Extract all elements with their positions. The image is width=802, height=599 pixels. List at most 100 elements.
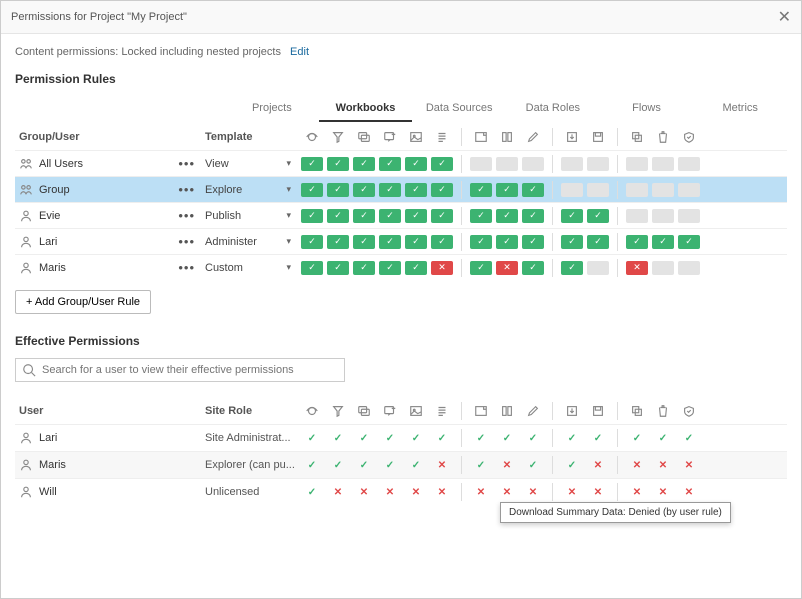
tab-workbooks[interactable]: Workbooks <box>319 96 413 122</box>
rule-row[interactable]: Lari•••Administer▾✓✓✓✓✓✓✓✓✓✓✓✓✓✓ <box>15 228 787 254</box>
perm-cell[interactable] <box>561 157 583 171</box>
perm-cell[interactable]: ✓ <box>327 235 349 249</box>
rule-actions-menu[interactable]: ••• <box>178 156 195 171</box>
perm-cell[interactable]: ✓ <box>431 157 453 171</box>
perm-cell[interactable] <box>522 157 544 171</box>
perm-cell[interactable]: ✓ <box>626 235 648 249</box>
perm-cell[interactable]: ✓ <box>353 209 375 223</box>
perm-cell[interactable]: ✓ <box>301 157 323 171</box>
perm-cell[interactable] <box>652 183 674 197</box>
perm-cell[interactable]: ✓ <box>379 261 401 275</box>
perm-cell[interactable]: ✓ <box>353 183 375 197</box>
perm-cell[interactable]: ✓ <box>431 209 453 223</box>
perm-cell[interactable]: ✓ <box>405 183 427 197</box>
perm-cell[interactable] <box>470 157 492 171</box>
perm-cell[interactable]: ✕ <box>431 261 453 275</box>
perm-cell[interactable]: ✓ <box>587 209 609 223</box>
perm-cell[interactable]: ✓ <box>431 235 453 249</box>
perm-cell[interactable]: ✓ <box>405 209 427 223</box>
perm-cell[interactable]: ✓ <box>405 235 427 249</box>
template-select[interactable]: Custom▾ <box>205 262 301 274</box>
effective-search[interactable] <box>15 358 345 382</box>
perm-cell[interactable]: ✓ <box>327 157 349 171</box>
tab-data-roles[interactable]: Data Roles <box>506 96 600 122</box>
perm-cell[interactable]: ✓ <box>379 235 401 249</box>
perm-cell[interactable] <box>587 157 609 171</box>
image-icon <box>405 130 427 144</box>
template-select[interactable]: Administer▾ <box>205 236 301 248</box>
rule-row[interactable]: Maris•••Custom▾✓✓✓✓✓✕✓✕✓✓✕ <box>15 254 787 280</box>
perm-cell[interactable] <box>652 261 674 275</box>
perm-cell[interactable]: ✓ <box>522 209 544 223</box>
rule-row[interactable]: Group•••Explore▾✓✓✓✓✓✓✓✓✓ <box>15 176 787 202</box>
perm-cell[interactable]: ✓ <box>327 261 349 275</box>
perm-cell[interactable]: ✕ <box>626 261 648 275</box>
perm-cell[interactable]: ✓ <box>561 261 583 275</box>
tab-flows[interactable]: Flows <box>600 96 694 122</box>
rule-actions-menu[interactable]: ••• <box>178 260 195 275</box>
perm-cell[interactable]: ✓ <box>405 261 427 275</box>
perm-cell[interactable]: ✓ <box>301 209 323 223</box>
perm-cell[interactable] <box>652 157 674 171</box>
perm-cell[interactable]: ✓ <box>470 183 492 197</box>
template-select[interactable]: Publish▾ <box>205 210 301 222</box>
rule-row[interactable]: All Users•••View▾✓✓✓✓✓✓ <box>15 150 787 176</box>
perm-cell[interactable]: ✓ <box>379 157 401 171</box>
summary-icon <box>431 130 453 144</box>
add-group-user-rule-button[interactable]: + Add Group/User Rule <box>15 290 151 314</box>
perm-cell[interactable]: ✓ <box>327 209 349 223</box>
perm-cell[interactable]: ✓ <box>561 209 583 223</box>
perm-cell[interactable]: ✓ <box>522 235 544 249</box>
rule-name: Maris <box>39 262 66 274</box>
perm-cell[interactable]: ✓ <box>470 235 492 249</box>
perm-cell[interactable]: ✓ <box>652 235 674 249</box>
perm-cell[interactable]: ✓ <box>678 235 700 249</box>
perm-cell[interactable] <box>561 183 583 197</box>
perm-cell[interactable]: ✓ <box>587 235 609 249</box>
perm-cell[interactable]: ✓ <box>405 157 427 171</box>
perm-cell[interactable]: ✓ <box>496 183 518 197</box>
perm-cell[interactable]: ✓ <box>561 235 583 249</box>
perm-cell[interactable] <box>496 157 518 171</box>
rule-actions-menu[interactable]: ••• <box>178 182 195 197</box>
perm-cell[interactable] <box>626 209 648 223</box>
perm-cell[interactable]: ✓ <box>301 261 323 275</box>
perm-cell[interactable]: ✓ <box>431 183 453 197</box>
rule-actions-menu[interactable]: ••• <box>178 208 195 223</box>
perm-cell[interactable] <box>626 157 648 171</box>
perm-cell[interactable]: ✓ <box>470 209 492 223</box>
perm-cell[interactable] <box>587 261 609 275</box>
close-icon[interactable]: ✕ <box>778 7 791 27</box>
template-select[interactable]: Explore▾ <box>205 184 301 196</box>
tab-metrics[interactable]: Metrics <box>693 96 787 122</box>
perm-cell[interactable] <box>678 157 700 171</box>
effective-cell: ✓ <box>652 431 674 445</box>
perm-cell[interactable]: ✓ <box>496 209 518 223</box>
perm-cell[interactable]: ✓ <box>353 157 375 171</box>
perm-cell[interactable]: ✓ <box>379 183 401 197</box>
tab-projects[interactable]: Projects <box>225 96 319 122</box>
rule-row[interactable]: Evie•••Publish▾✓✓✓✓✓✓✓✓✓✓✓ <box>15 202 787 228</box>
perm-cell[interactable] <box>652 209 674 223</box>
perm-cell[interactable]: ✓ <box>353 261 375 275</box>
perm-cell[interactable] <box>678 209 700 223</box>
effective-search-input[interactable] <box>42 364 338 376</box>
perm-cell[interactable]: ✓ <box>496 235 518 249</box>
perm-cell[interactable] <box>678 183 700 197</box>
perm-cell[interactable] <box>587 183 609 197</box>
perm-cell[interactable]: ✓ <box>379 209 401 223</box>
edit-content-permissions-link[interactable]: Edit <box>290 46 309 58</box>
template-select[interactable]: View▾ <box>205 158 301 170</box>
perm-cell[interactable]: ✓ <box>327 183 349 197</box>
perm-cell[interactable]: ✓ <box>301 183 323 197</box>
rule-actions-menu[interactable]: ••• <box>178 234 195 249</box>
perm-cell[interactable]: ✓ <box>470 261 492 275</box>
perm-cell[interactable]: ✓ <box>522 261 544 275</box>
perm-cell[interactable] <box>626 183 648 197</box>
perm-cell[interactable]: ✕ <box>496 261 518 275</box>
tab-data-sources[interactable]: Data Sources <box>412 96 506 122</box>
perm-cell[interactable]: ✓ <box>301 235 323 249</box>
perm-cell[interactable]: ✓ <box>353 235 375 249</box>
perm-cell[interactable] <box>678 261 700 275</box>
perm-cell[interactable]: ✓ <box>522 183 544 197</box>
